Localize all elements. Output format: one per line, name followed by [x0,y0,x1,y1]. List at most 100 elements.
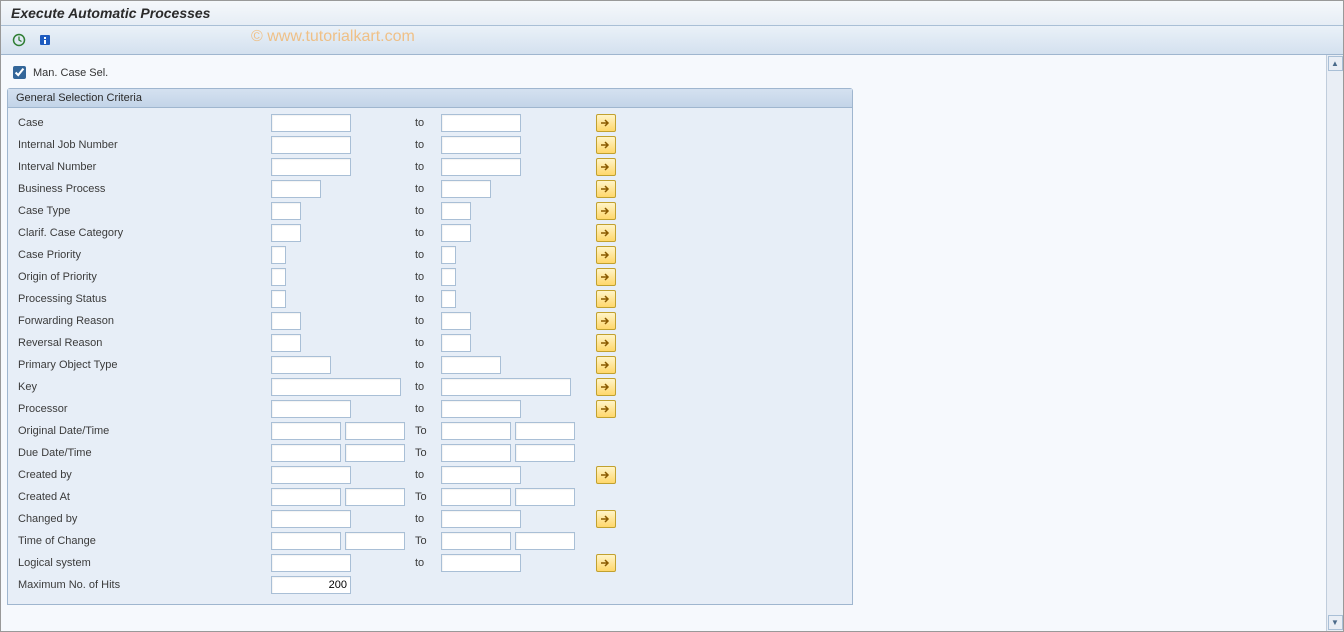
proc-status-multi-button[interactable] [596,290,616,308]
orig-time-to-input[interactable] [515,422,575,440]
case-multi-button[interactable] [596,114,616,132]
changed-by-multi-button[interactable] [596,510,616,528]
scroll-down-button[interactable]: ▼ [1328,615,1343,630]
changed-by-from-input[interactable] [271,510,351,528]
prim-obj-type-multi-button[interactable] [596,356,616,374]
execute-button[interactable] [9,30,29,50]
fwd-reason-multi-button[interactable] [596,312,616,330]
time-change-time-from-input[interactable] [345,532,405,550]
created-at-time-from-input[interactable] [345,488,405,506]
orig-time-from-input[interactable] [345,422,405,440]
page-title: Execute Automatic Processes [1,1,1343,26]
key-from-input[interactable] [271,378,401,396]
row-changed-by: Changed by to [16,508,844,530]
due-time-from-input[interactable] [345,444,405,462]
rev-reason-to-input[interactable] [441,334,471,352]
body-area: Man. Case Sel. General Selection Criteri… [1,55,1343,631]
man-case-sel-checkbox[interactable] [13,66,26,79]
internal-job-to-input[interactable] [441,136,521,154]
time-change-date-from-input[interactable] [271,532,341,550]
label-time-change: Time of Change [16,535,271,547]
processor-from-input[interactable] [271,400,351,418]
clarif-cat-from-input[interactable] [271,224,301,242]
interval-number-to-input[interactable] [441,158,521,176]
key-to-input[interactable] [441,378,571,396]
label-rev-reason: Reversal Reason [16,337,271,349]
max-hits-input[interactable] [271,576,351,594]
man-case-sel-row: Man. Case Sel. [7,61,1320,88]
row-origin-priority: Origin of Priority to [16,266,844,288]
case-to-input[interactable] [441,114,521,132]
prim-obj-type-to-input[interactable] [441,356,501,374]
fwd-reason-to-input[interactable] [441,312,471,330]
processor-multi-button[interactable] [596,400,616,418]
case-priority-multi-button[interactable] [596,246,616,264]
internal-job-multi-button[interactable] [596,136,616,154]
arrow-right-icon [601,229,611,237]
to-label: to [411,117,441,129]
row-key: Key to [16,376,844,398]
row-prim-obj-type: Primary Object Type to [16,354,844,376]
key-multi-button[interactable] [596,378,616,396]
row-logical-system: Logical system to [16,552,844,574]
rev-reason-from-input[interactable] [271,334,301,352]
general-selection-group: General Selection Criteria Case to Inter… [7,88,853,605]
label-proc-status: Processing Status [16,293,271,305]
row-processor: Processor to [16,398,844,420]
origin-priority-multi-button[interactable] [596,268,616,286]
rev-reason-multi-button[interactable] [596,334,616,352]
row-proc-status: Processing Status to [16,288,844,310]
group-title: General Selection Criteria [8,89,852,108]
case-type-to-input[interactable] [441,202,471,220]
watermark: © www.tutorialkart.com [251,28,415,46]
created-at-date-from-input[interactable] [271,488,341,506]
case-from-input[interactable] [271,114,351,132]
interval-number-from-input[interactable] [271,158,351,176]
internal-job-from-input[interactable] [271,136,351,154]
label-internal-job: Internal Job Number [16,139,271,151]
created-by-to-input[interactable] [441,466,521,484]
due-date-from-input[interactable] [271,444,341,462]
vertical-scrollbar[interactable]: ▲ ▼ [1326,55,1343,631]
proc-status-to-input[interactable] [441,290,456,308]
logical-system-multi-button[interactable] [596,554,616,572]
row-max-hits: Maximum No. of Hits [16,574,844,596]
prim-obj-type-from-input[interactable] [271,356,331,374]
business-process-to-input[interactable] [441,180,491,198]
fwd-reason-from-input[interactable] [271,312,301,330]
changed-by-to-input[interactable] [441,510,521,528]
business-process-from-input[interactable] [271,180,321,198]
case-type-from-input[interactable] [271,202,301,220]
due-date-to-input[interactable] [441,444,511,462]
case-type-multi-button[interactable] [596,202,616,220]
created-by-multi-button[interactable] [596,466,616,484]
origin-priority-from-input[interactable] [271,268,286,286]
proc-status-from-input[interactable] [271,290,286,308]
logical-system-to-input[interactable] [441,554,521,572]
time-change-time-to-input[interactable] [515,532,575,550]
clarif-cat-to-input[interactable] [441,224,471,242]
created-at-time-to-input[interactable] [515,488,575,506]
created-at-date-to-input[interactable] [441,488,511,506]
case-priority-to-input[interactable] [441,246,456,264]
info-button[interactable] [35,30,55,50]
clarif-cat-multi-button[interactable] [596,224,616,242]
orig-date-to-input[interactable] [441,422,511,440]
label-created-by: Created by [16,469,271,481]
window: Execute Automatic Processes © www.tutori… [0,0,1344,632]
label-interval-number: Interval Number [16,161,271,173]
row-case: Case to [16,112,844,134]
interval-number-multi-button[interactable] [596,158,616,176]
time-change-date-to-input[interactable] [441,532,511,550]
logical-system-from-input[interactable] [271,554,351,572]
due-time-to-input[interactable] [515,444,575,462]
created-by-from-input[interactable] [271,466,351,484]
business-process-multi-button[interactable] [596,180,616,198]
origin-priority-to-input[interactable] [441,268,456,286]
label-prim-obj-type: Primary Object Type [16,359,271,371]
scroll-up-button[interactable]: ▲ [1328,56,1343,71]
processor-to-input[interactable] [441,400,521,418]
label-orig-dt: Original Date/Time [16,425,271,437]
orig-date-from-input[interactable] [271,422,341,440]
case-priority-from-input[interactable] [271,246,286,264]
